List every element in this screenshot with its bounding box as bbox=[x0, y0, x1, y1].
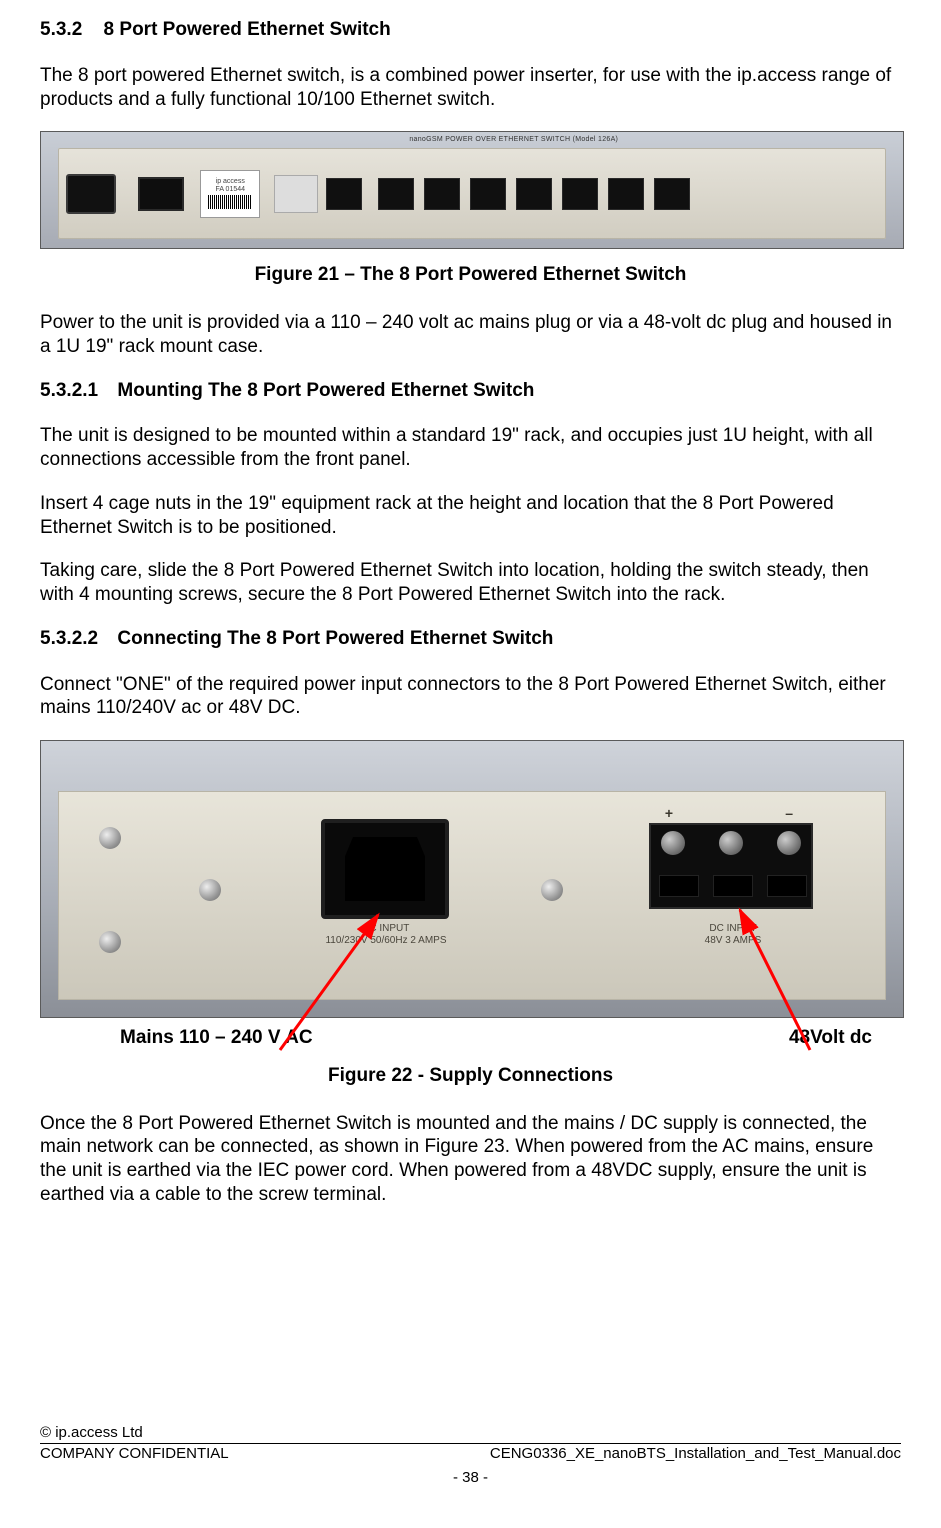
polarity-plus: + bbox=[665, 805, 673, 823]
rj45-port-icon bbox=[424, 178, 460, 210]
terminal-slot-icon bbox=[767, 875, 807, 897]
dc-terminal-block-icon bbox=[649, 823, 813, 909]
heading-5-3-2-1: 5.3.2.1 Mounting The 8 Port Powered Ethe… bbox=[40, 379, 901, 403]
figure-21-caption: Figure 21 – The 8 Port Powered Ethernet … bbox=[40, 263, 901, 287]
device-top-label: nanoGSM POWER OVER ETHERNET SWITCH (Mode… bbox=[409, 136, 618, 145]
rj45-port-icon bbox=[608, 178, 644, 210]
paragraph: Power to the unit is provided via a 110 … bbox=[40, 311, 901, 359]
ac-input-label-line2: 110/230V 50/60Hz 2 AMPS bbox=[301, 935, 471, 947]
figure-22-callouts: Mains 110 – 240 V AC 48Volt dc bbox=[40, 1026, 902, 1050]
terminal-screw-icon bbox=[777, 831, 801, 855]
rj45-port-icon bbox=[562, 178, 598, 210]
ac-input-label: AC INPUT 110/230V 50/60Hz 2 AMPS bbox=[301, 923, 471, 947]
barcode-icon bbox=[208, 195, 252, 209]
heading-number: 5.3.2 bbox=[40, 18, 82, 42]
footer-docname: CENG0336_XE_nanoBTS_Installation_and_Tes… bbox=[490, 1444, 901, 1464]
terminal-screw-icon bbox=[661, 831, 685, 855]
asset-sticker: ip access FA 01544 bbox=[200, 170, 260, 218]
figure-21-image: nanoGSM POWER OVER ETHERNET SWITCH (Mode… bbox=[40, 131, 904, 249]
bts-port-group bbox=[378, 178, 690, 210]
heading-5-3-2-2: 5.3.2.2 Connecting The 8 Port Powered Et… bbox=[40, 627, 901, 651]
sticker-brand: ip access bbox=[216, 178, 245, 186]
document-page: 5.3.2 8 Port Powered Ethernet Switch The… bbox=[0, 0, 941, 1528]
switch-faceplate: ip access FA 01544 bbox=[58, 148, 886, 239]
heading-title: Mounting The 8 Port Powered Ethernet Swi… bbox=[117, 380, 534, 401]
terminal-slot-icon bbox=[659, 875, 699, 897]
paragraph: Taking care, slide the 8 Port Powered Et… bbox=[40, 559, 901, 607]
terminal-slot-icon bbox=[713, 875, 753, 897]
mount-screw-icon bbox=[541, 879, 563, 901]
terminal-screw-icon bbox=[719, 831, 743, 855]
heading-title: 8 Port Powered Ethernet Switch bbox=[104, 19, 391, 40]
footer-confidential: COMPANY CONFIDENTIAL bbox=[40, 1444, 229, 1464]
polarity-minus: – bbox=[785, 805, 793, 823]
uplink-port-icon bbox=[326, 178, 362, 210]
dc-terminal-icon bbox=[138, 177, 184, 211]
rj45-port-icon bbox=[654, 178, 690, 210]
ac-iec-socket-icon bbox=[321, 819, 449, 919]
dc-input-label-line2: 48V 3 AMPS bbox=[653, 935, 813, 947]
sticker-id: FA 01544 bbox=[215, 186, 245, 194]
paragraph: The unit is designed to be mounted withi… bbox=[40, 424, 901, 472]
heading-number: 5.3.2.2 bbox=[40, 627, 98, 651]
mount-screw-icon bbox=[99, 827, 121, 849]
heading-title: Connecting The 8 Port Powered Ethernet S… bbox=[117, 628, 553, 649]
ac-iec-socket-icon bbox=[66, 174, 116, 214]
paragraph: Insert 4 cage nuts in the 19" equipment … bbox=[40, 492, 901, 540]
figure-22-image: AC INPUT 110/230V 50/60Hz 2 AMPS + – DC … bbox=[40, 740, 904, 1018]
dc-input-label-line1: DC INPUT bbox=[653, 923, 813, 935]
callout-mains-ac: Mains 110 – 240 V AC bbox=[120, 1026, 313, 1050]
paragraph: Once the 8 Port Powered Ethernet Switch … bbox=[40, 1112, 901, 1207]
rj45-port-icon bbox=[470, 178, 506, 210]
mount-screw-icon bbox=[199, 879, 221, 901]
paragraph: Connect "ONE" of the required power inpu… bbox=[40, 673, 901, 721]
ac-input-label-line1: AC INPUT bbox=[301, 923, 471, 935]
led-status-panel-icon bbox=[274, 175, 318, 213]
figure-22-wrap: AC INPUT 110/230V 50/60Hz 2 AMPS + – DC … bbox=[40, 740, 902, 1018]
callout-48v-dc: 48Volt dc bbox=[789, 1026, 872, 1050]
footer-copyright: © ip.access Ltd bbox=[40, 1423, 901, 1443]
heading-number: 5.3.2.1 bbox=[40, 379, 98, 403]
heading-5-3-2: 5.3.2 8 Port Powered Ethernet Switch bbox=[40, 18, 901, 42]
page-footer: © ip.access Ltd COMPANY CONFIDENTIAL CEN… bbox=[40, 1423, 901, 1488]
rj45-port-icon bbox=[378, 178, 414, 210]
figure-22-caption: Figure 22 - Supply Connections bbox=[40, 1064, 901, 1088]
footer-page-number: - 38 - bbox=[40, 1468, 901, 1488]
dc-input-label: DC INPUT 48V 3 AMPS bbox=[653, 923, 813, 947]
rj45-port-icon bbox=[516, 178, 552, 210]
paragraph: The 8 port powered Ethernet switch, is a… bbox=[40, 64, 901, 112]
mount-screw-icon bbox=[99, 931, 121, 953]
